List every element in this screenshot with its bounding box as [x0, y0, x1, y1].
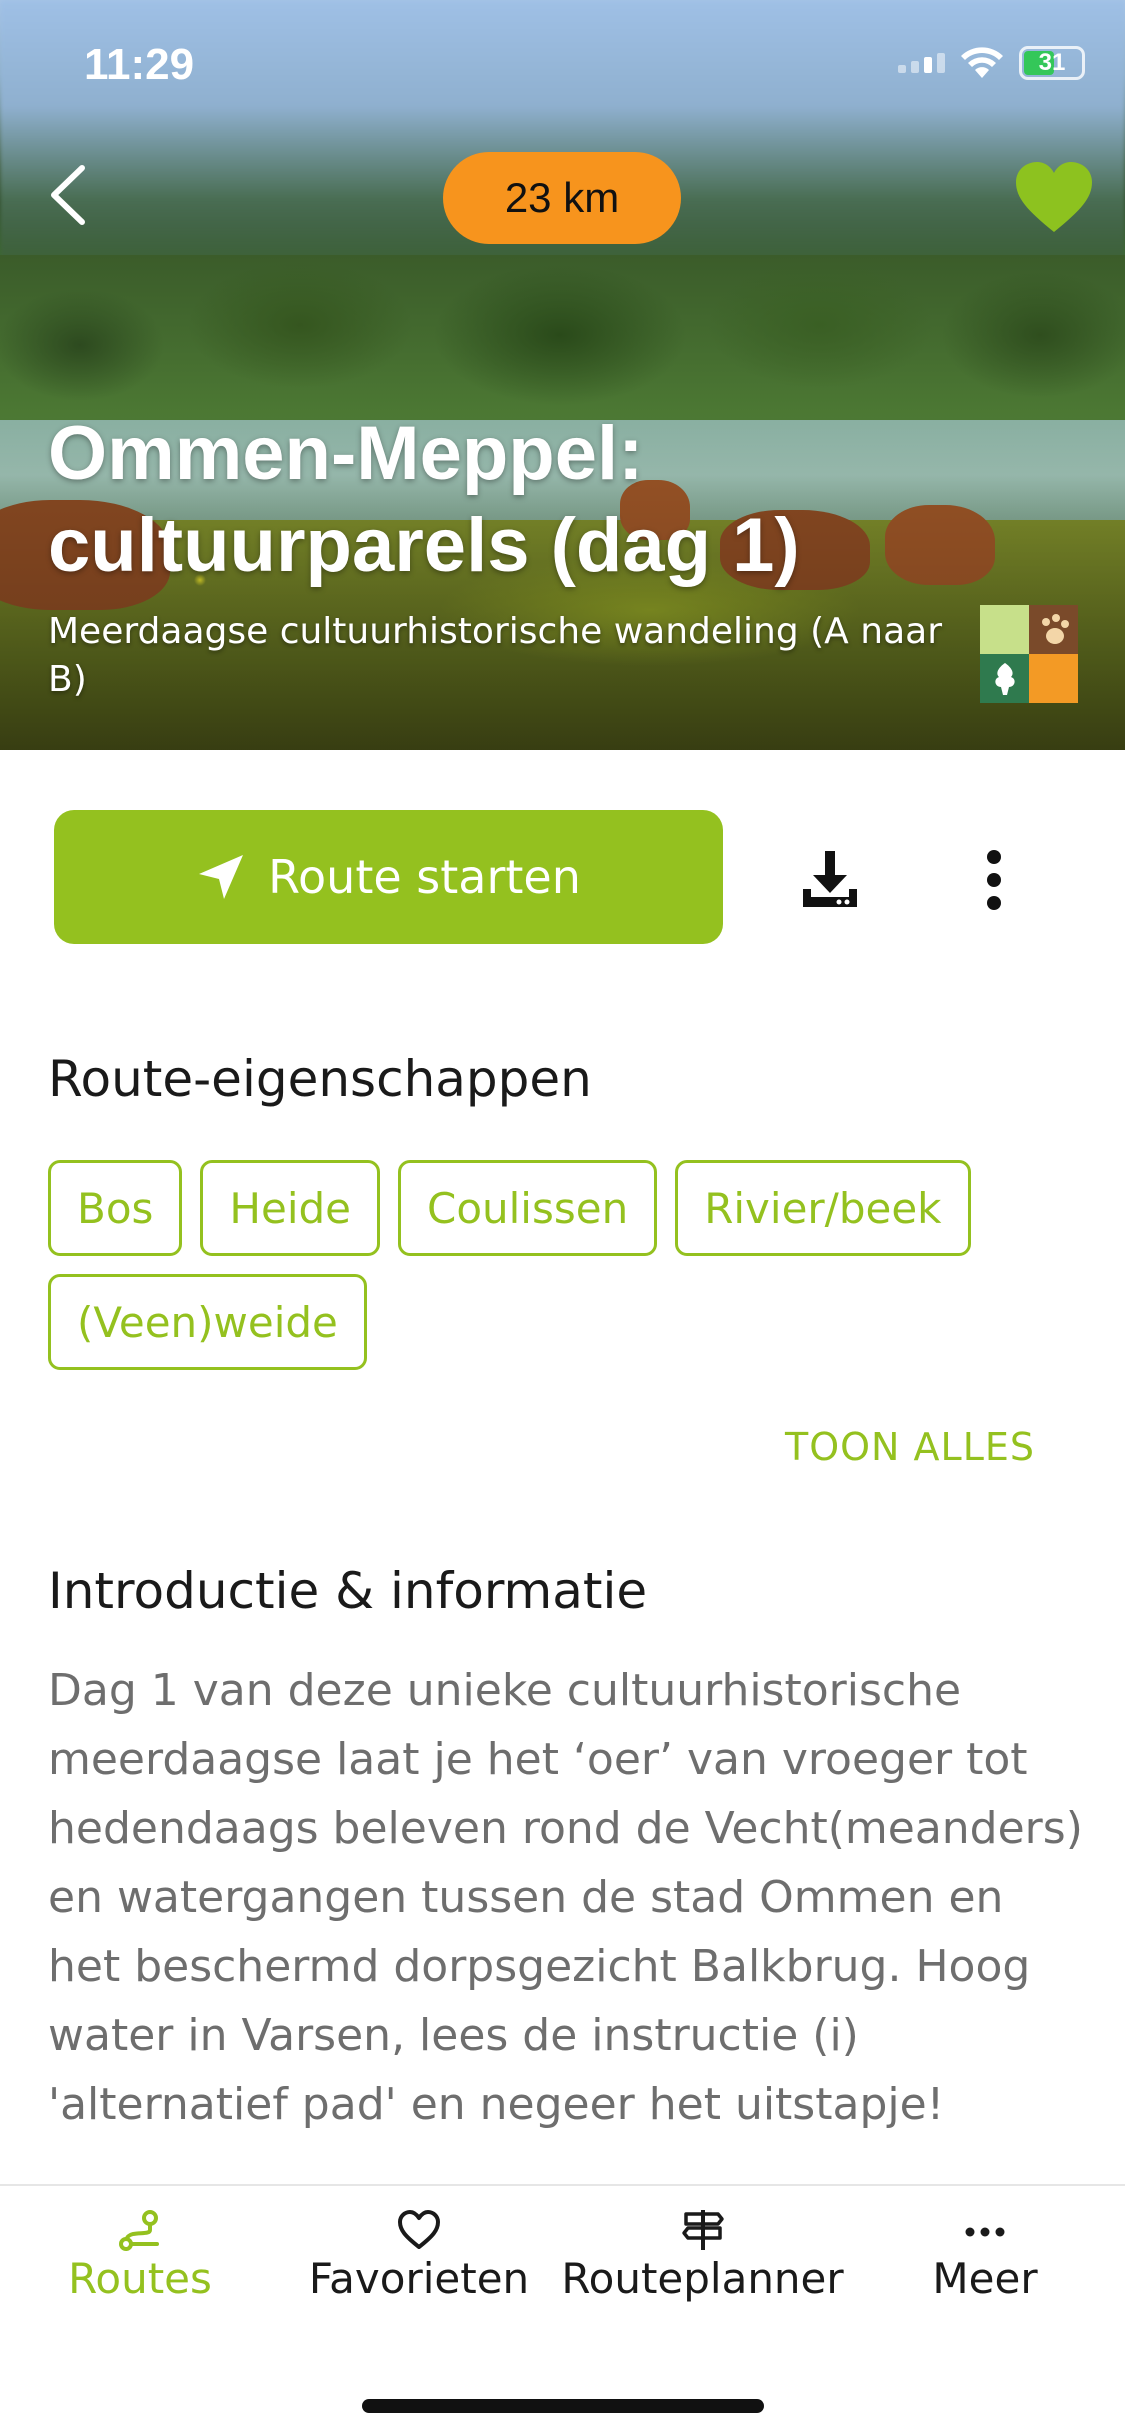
intro-text: Dag 1 van deze unieke cultuurhistorische…: [48, 1665, 1083, 2130]
properties-heading: Route-eigenschappen: [48, 1050, 592, 1108]
show-all-link[interactable]: TOON ALLES: [785, 1425, 1035, 1469]
wifi-icon: [961, 47, 1003, 78]
oak-leaf-icon: [980, 654, 1029, 703]
tab-label: Meer: [932, 2254, 1038, 2303]
tab-routes[interactable]: Routes: [68, 2208, 212, 2318]
battery-icon: 31: [1019, 46, 1085, 80]
start-route-button[interactable]: Route starten: [54, 810, 723, 944]
status-icons: 31: [898, 46, 1085, 80]
cellular-signal-icon: [898, 53, 945, 73]
tab-label: Routes: [68, 2254, 212, 2303]
badge-light-tile: [980, 605, 1029, 654]
start-route-label: Route starten: [268, 850, 581, 904]
tab-label: Favorieten: [308, 2254, 530, 2303]
intro-heading: Introductie & informatie: [48, 1562, 648, 1620]
tag-rivier-beek[interactable]: Rivier/beek: [675, 1160, 971, 1256]
badge-orange-tile: [1029, 654, 1078, 703]
tab-label: Routeplanner: [561, 2254, 844, 2303]
paw-icon: [1029, 605, 1078, 654]
heart-outline-icon: [398, 2210, 440, 2249]
battery-level: 31: [1038, 49, 1066, 76]
navigation-arrow-icon: [199, 855, 244, 899]
route-icon: [119, 2210, 159, 2251]
download-icon: [803, 851, 857, 907]
route-subtitle: Meerdaagse cultuurhistorische wandeling …: [48, 611, 942, 700]
tab-favorieten[interactable]: Favorieten: [308, 2208, 530, 2318]
more-vertical-icon: [987, 850, 1001, 910]
tag-heide[interactable]: Heide: [200, 1160, 380, 1256]
tab-meer[interactable]: Meer: [928, 2208, 1042, 2318]
distance-pill: 23 km: [443, 152, 681, 244]
signpost-icon: [681, 2210, 724, 2250]
tag-bos[interactable]: Bos: [48, 1160, 183, 1256]
route-category-badge: [980, 605, 1078, 703]
property-tags: Bos Heide Coulissen Rivier/beek (Veen)we…: [48, 1160, 1068, 1370]
download-button[interactable]: [795, 845, 865, 915]
status-time: 11:29: [84, 40, 195, 89]
tag-coulissen[interactable]: Coulissen: [398, 1160, 658, 1256]
tab-routeplanner[interactable]: Routeplanner: [561, 2208, 844, 2318]
heart-icon: [1016, 162, 1092, 232]
home-indicator[interactable]: [362, 2399, 764, 2413]
back-button[interactable]: [40, 160, 100, 230]
more-options-button[interactable]: [966, 845, 1022, 915]
route-detail-screen: 11:29 31 23 km Ommen-Meppel: cultuurpare…: [0, 0, 1125, 2436]
favorite-button[interactable]: [1013, 160, 1095, 236]
route-title: Ommen-Meppel: cultuurparels (dag 1): [48, 411, 800, 588]
more-horizontal-icon: [965, 2227, 1005, 2237]
chevron-left-icon: [51, 165, 85, 225]
tag-veenweide[interactable]: (Veen)weide: [48, 1274, 367, 1370]
